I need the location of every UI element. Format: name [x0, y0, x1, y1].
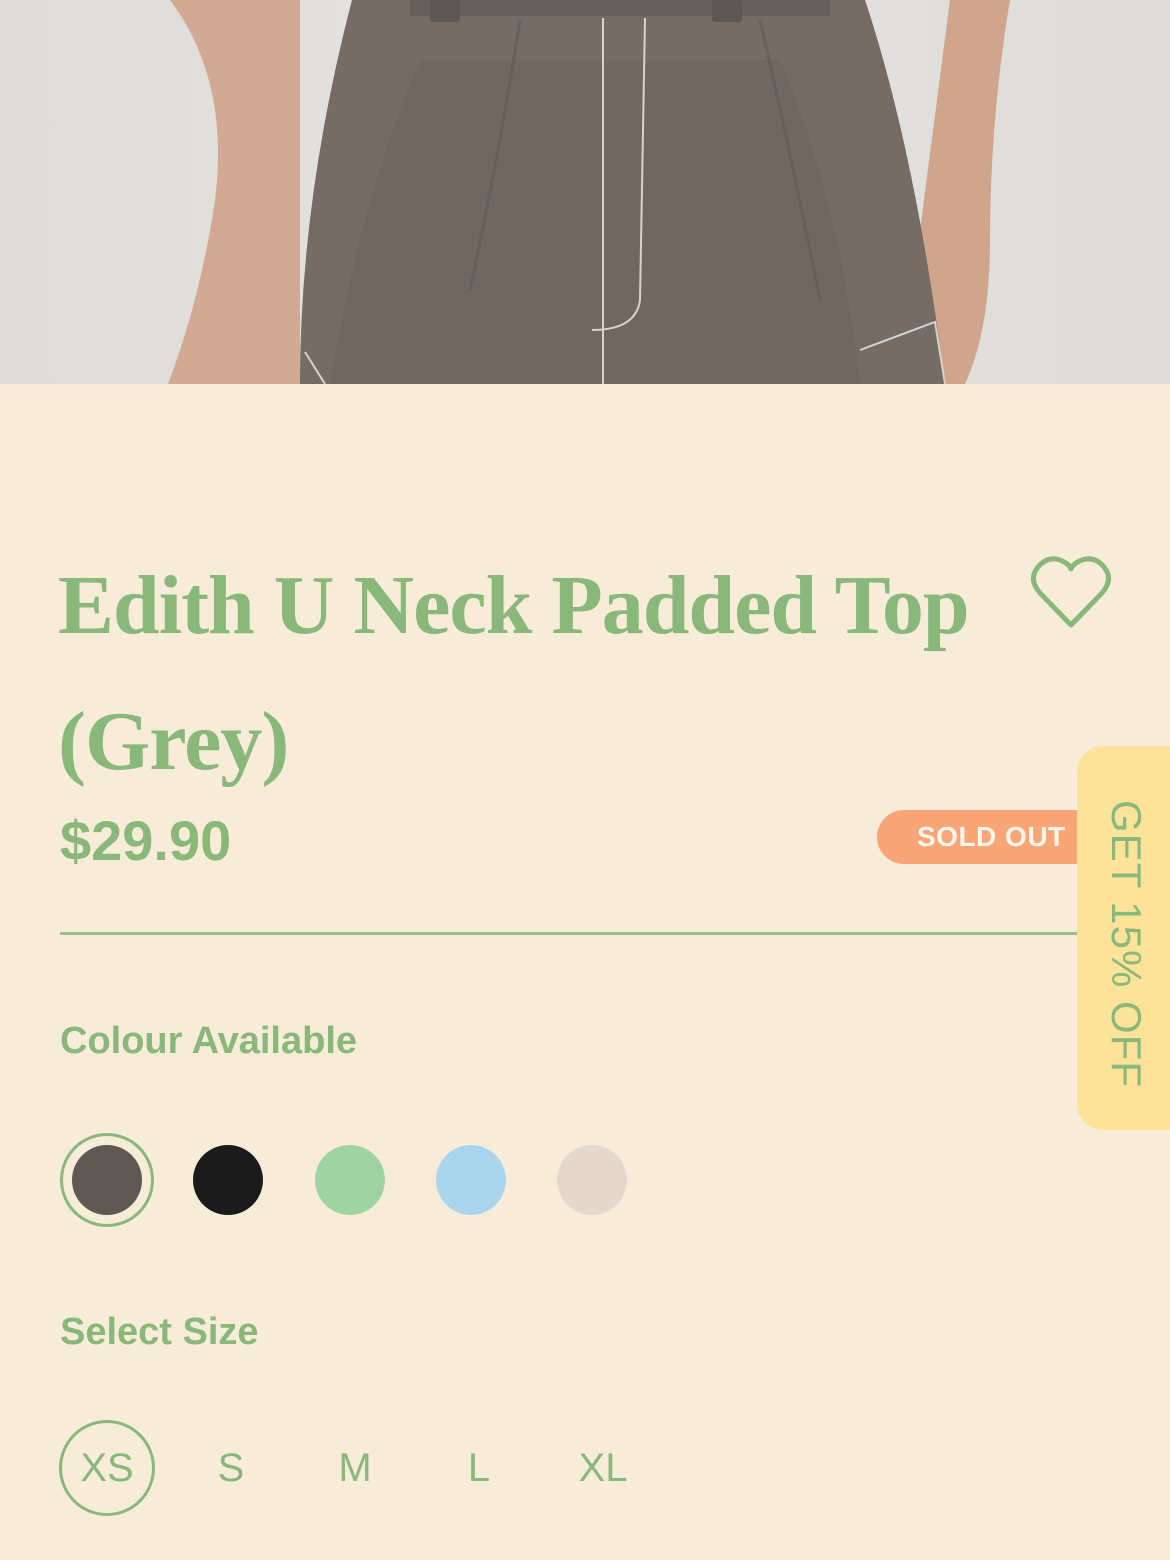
size-option-s[interactable]: S	[183, 1420, 279, 1516]
divider	[60, 932, 1080, 935]
promo-label: GET 15% OFF	[1103, 800, 1150, 1088]
sold-out-badge: SOLD OUT	[877, 810, 1087, 864]
colour-swatch-black[interactable]	[193, 1145, 263, 1215]
product-price: $29.90	[60, 809, 232, 872]
colour-swatch-grey[interactable]	[72, 1145, 142, 1215]
colour-swatch-green[interactable]	[315, 1145, 385, 1215]
product-title: Edith U Neck Padded Top (Grey)	[58, 559, 970, 788]
size-option-xs[interactable]: XS	[59, 1420, 155, 1516]
colour-swatch-beige[interactable]	[557, 1145, 627, 1215]
size-option-l[interactable]: L	[431, 1420, 527, 1516]
wishlist-button[interactable]	[1030, 555, 1112, 631]
product-image	[0, 0, 1170, 384]
colour-swatch-blue[interactable]	[436, 1145, 506, 1215]
heart-icon	[1031, 556, 1111, 628]
colour-section-label: Colour Available	[60, 1020, 358, 1062]
size-section-label: Select Size	[60, 1311, 259, 1353]
size-option-xl[interactable]: XL	[555, 1420, 651, 1516]
size-option-m[interactable]: M	[307, 1420, 403, 1516]
